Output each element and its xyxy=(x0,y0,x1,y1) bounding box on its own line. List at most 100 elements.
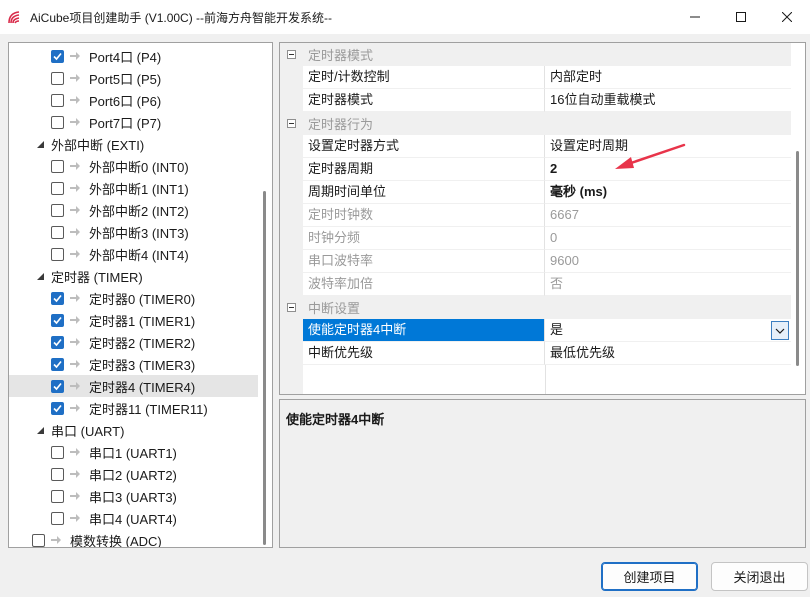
property-grid[interactable]: 定时器模式 定时/计数控制 内部定时 定时器模式 16位自动重载模式 定时器行为 设置定时器… xyxy=(279,42,806,395)
property-value[interactable]: 否 xyxy=(545,273,791,296)
tree-scrollbar-thumb[interactable] xyxy=(263,191,266,545)
tree-group[interactable]: 外部中断 (EXTI) xyxy=(9,133,259,155)
tree-checkbox[interactable] xyxy=(51,335,64,349)
tree-checkbox[interactable] xyxy=(51,247,64,261)
tree-group[interactable]: 串口 (UART) xyxy=(9,419,259,441)
tree-item[interactable]: 定时器1 (TIMER1) xyxy=(9,309,259,331)
tree-checkbox[interactable] xyxy=(51,203,64,217)
property-value[interactable]: 0 xyxy=(545,227,791,250)
tree-checkbox[interactable] xyxy=(51,445,64,459)
property-value-text: 毫秒 (ms) xyxy=(550,184,608,199)
collapse-triangle-icon[interactable] xyxy=(36,426,45,435)
property-row[interactable]: 中断优先级 最低优先级 xyxy=(280,342,791,365)
tree-item[interactable]: 外部中断1 (INT1) xyxy=(9,177,259,199)
tree-checkbox[interactable] xyxy=(51,225,64,239)
tree-item[interactable]: 外部中断2 (INT2) xyxy=(9,199,259,221)
tree-item[interactable]: 外部中断0 (INT0) xyxy=(9,155,259,177)
tree-item[interactable]: 串口4 (UART4) xyxy=(9,507,259,529)
tree-checkbox[interactable] xyxy=(51,115,64,129)
tree-checkbox[interactable] xyxy=(51,379,64,393)
property-value[interactable]: 6667 xyxy=(545,204,791,227)
property-scrollbar[interactable] xyxy=(791,43,805,394)
property-value[interactable]: 内部定时 xyxy=(545,66,791,89)
property-row[interactable]: 周期时间单位 毫秒 (ms) xyxy=(280,181,791,204)
create-project-button[interactable]: 创建项目 xyxy=(601,562,698,591)
chevron-down-icon[interactable] xyxy=(771,321,789,340)
tree-checkbox[interactable] xyxy=(51,511,64,525)
tree-checkbox[interactable] xyxy=(51,71,64,85)
tree-item[interactable]: Port4口 (P4) xyxy=(9,45,259,67)
property-row[interactable]: 定时/计数控制 内部定时 xyxy=(280,66,791,89)
property-value[interactable]: 9600 xyxy=(545,250,791,273)
property-value[interactable]: 16位自动重载模式 xyxy=(545,89,791,112)
property-name[interactable]: 定时器模式 xyxy=(303,89,545,112)
tree-item[interactable]: 串口1 (UART1) xyxy=(9,441,259,463)
tree-item[interactable]: 串口3 (UART3) xyxy=(9,485,259,507)
arrow-right-icon xyxy=(69,381,81,391)
property-name[interactable]: 串口波特率 xyxy=(303,250,545,273)
tree-checkbox[interactable] xyxy=(51,467,64,481)
tree-item[interactable]: 定时器0 (TIMER0) xyxy=(9,287,259,309)
property-value-text: 9600 xyxy=(550,253,579,268)
property-row[interactable]: 设置定时器方式 设置定时周期 xyxy=(280,135,791,158)
property-category[interactable]: 定时器模式 xyxy=(280,43,791,66)
property-name[interactable]: 使能定时器4中断 xyxy=(303,319,545,342)
tree-checkbox[interactable] xyxy=(51,489,64,503)
property-row[interactable]: 定时器模式 16位自动重载模式 xyxy=(280,89,791,112)
tree-item[interactable]: Port6口 (P6) xyxy=(9,89,259,111)
tree-item[interactable]: 定时器3 (TIMER3) xyxy=(9,353,259,375)
tree-item[interactable]: 外部中断4 (INT4) xyxy=(9,243,259,265)
property-name[interactable]: 周期时间单位 xyxy=(303,181,545,204)
close-exit-button[interactable]: 关闭退出 xyxy=(711,562,808,591)
property-row[interactable]: 波特率加倍否 xyxy=(280,273,791,296)
tree-item[interactable]: Port5口 (P5) xyxy=(9,67,259,89)
tree-checkbox[interactable] xyxy=(51,93,64,107)
property-row[interactable]: 使能定时器4中断是 xyxy=(280,319,791,342)
property-name[interactable]: 波特率加倍 xyxy=(303,273,545,296)
property-name[interactable]: 设置定时器方式 xyxy=(303,135,545,158)
tree-checkbox[interactable] xyxy=(51,357,64,371)
peripheral-tree[interactable]: Port4口 (P4) Port5口 (P5) Port6口 (P6) Port7口 … xyxy=(8,42,273,548)
collapse-triangle-icon[interactable] xyxy=(36,272,45,281)
tree-checkbox[interactable] xyxy=(51,49,64,63)
tree-item[interactable]: 外部中断3 (INT3) xyxy=(9,221,259,243)
tree-checkbox[interactable] xyxy=(51,401,64,415)
property-name[interactable]: 时钟分频 xyxy=(303,227,545,250)
property-name[interactable]: 定时器周期 xyxy=(303,158,545,181)
property-value[interactable]: 设置定时周期 xyxy=(545,135,791,158)
property-row[interactable]: 串口波特率 9600 xyxy=(280,250,791,273)
tree-checkbox[interactable] xyxy=(51,313,64,327)
property-name[interactable]: 中断优先级 xyxy=(303,342,545,365)
tree-scrollbar[interactable] xyxy=(258,43,272,547)
property-scrollbar-thumb[interactable] xyxy=(796,151,799,366)
close-button[interactable] xyxy=(764,0,810,34)
collapse-minus-icon[interactable] xyxy=(287,50,296,59)
tree-item[interactable]: 串口2 (UART2) xyxy=(9,463,259,485)
property-value[interactable]: 最低优先级 xyxy=(545,342,791,365)
collapse-triangle-icon[interactable] xyxy=(36,140,45,149)
tree-checkbox[interactable] xyxy=(51,291,64,305)
collapse-minus-icon[interactable] xyxy=(287,303,296,312)
tree-item[interactable]: 模数转换 (ADC) xyxy=(9,529,259,547)
property-value[interactable]: 2 xyxy=(545,158,791,181)
property-name[interactable]: 定时/计数控制 xyxy=(303,66,545,89)
tree-checkbox[interactable] xyxy=(51,181,64,195)
tree-item[interactable]: Port7口 (P7) xyxy=(9,111,259,133)
property-value[interactable]: 是 xyxy=(545,319,791,342)
property-category[interactable]: 中断设置 xyxy=(280,296,791,319)
property-row[interactable]: 时钟分频 0 xyxy=(280,227,791,250)
property-name[interactable]: 定时时钟数 xyxy=(303,204,545,227)
property-category[interactable]: 定时器行为 xyxy=(280,112,791,135)
property-row[interactable]: 定时时钟数 6667 xyxy=(280,204,791,227)
maximize-button[interactable] xyxy=(718,0,764,34)
tree-checkbox[interactable] xyxy=(51,159,64,173)
tree-group[interactable]: 定时器 (TIMER) xyxy=(9,265,259,287)
tree-item[interactable]: 定时器2 (TIMER2) xyxy=(9,331,259,353)
property-value[interactable]: 毫秒 (ms) xyxy=(545,181,791,204)
tree-item[interactable]: 定时器11 (TIMER11) xyxy=(9,397,259,419)
property-row[interactable]: 定时器周期 2 xyxy=(280,158,791,181)
tree-item[interactable]: 定时器4 (TIMER4) xyxy=(9,375,259,397)
minimize-button[interactable] xyxy=(672,0,718,34)
collapse-minus-icon[interactable] xyxy=(287,119,296,128)
tree-checkbox[interactable] xyxy=(32,533,45,547)
